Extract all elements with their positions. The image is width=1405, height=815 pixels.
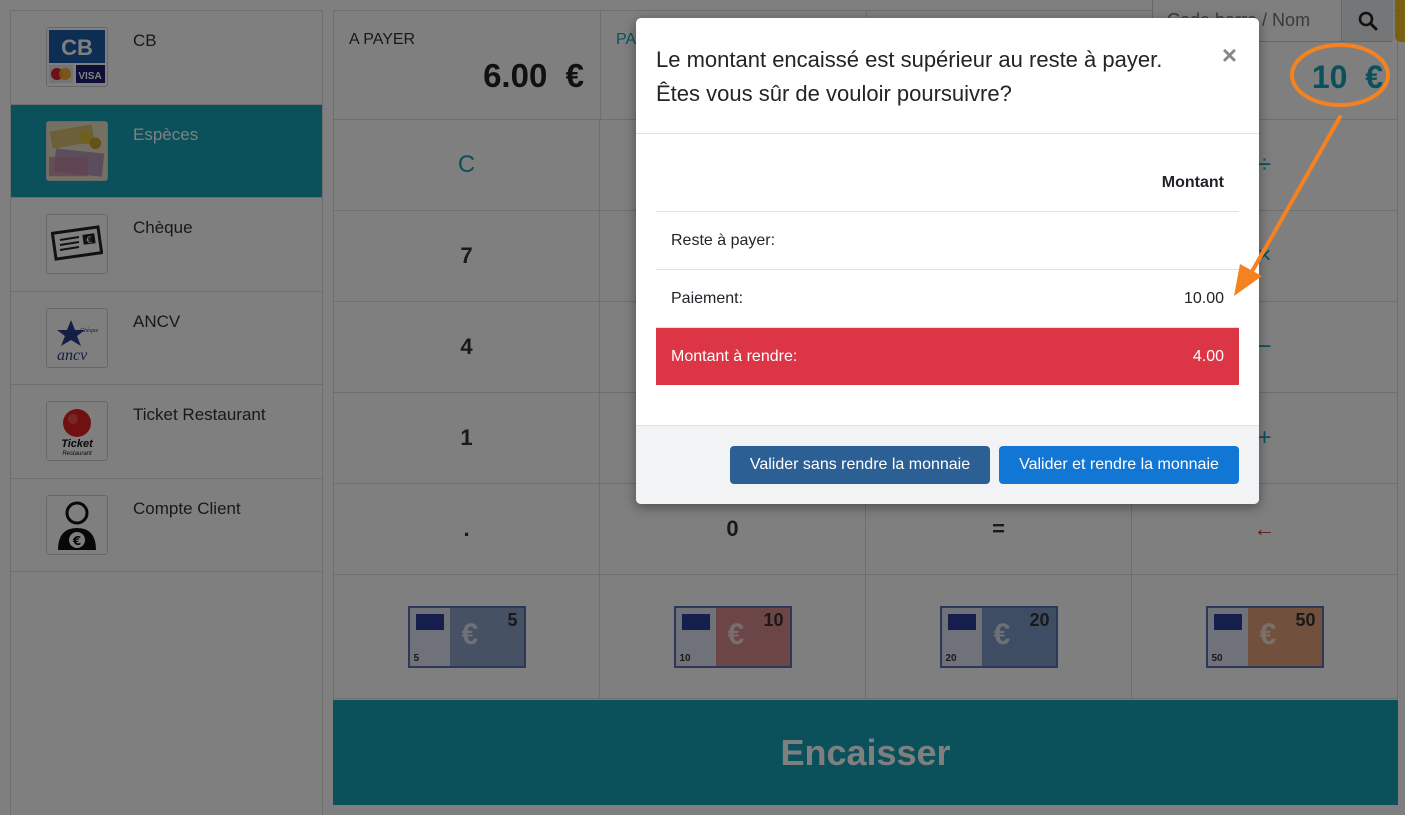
overpayment-confirm-dialog: Le montant encaissé est supérieur au res…	[636, 18, 1259, 504]
row-label: Montant à rendre:	[671, 348, 798, 365]
row-value: 4.00	[1192, 348, 1224, 365]
table-row-paiement: Paiement: 10.00	[656, 270, 1239, 328]
validate-with-change-button[interactable]: Valider et rendre la monnaie	[999, 446, 1239, 484]
dialog-title: Le montant encaissé est supérieur au res…	[656, 47, 1163, 106]
montant-column-header: Montant	[1161, 174, 1224, 191]
table-header: Montant	[656, 154, 1239, 212]
dialog-footer: Valider sans rendre la monnaie Valider e…	[636, 425, 1259, 504]
row-label: Paiement:	[671, 290, 744, 307]
close-icon[interactable]: ×	[1222, 42, 1237, 68]
table-row-reste: Reste à payer:	[656, 212, 1239, 270]
table-row-montant-a-rendre: Montant à rendre: 4.00	[656, 328, 1239, 385]
dialog-header: Le montant encaissé est supérieur au res…	[636, 18, 1259, 134]
row-value: 10.00	[1183, 290, 1224, 307]
row-label: Reste à payer:	[671, 232, 776, 249]
validate-without-change-button[interactable]: Valider sans rendre la monnaie	[730, 446, 990, 484]
summary-table: Montant Reste à payer: Paiement: 10.00 M…	[656, 154, 1239, 385]
